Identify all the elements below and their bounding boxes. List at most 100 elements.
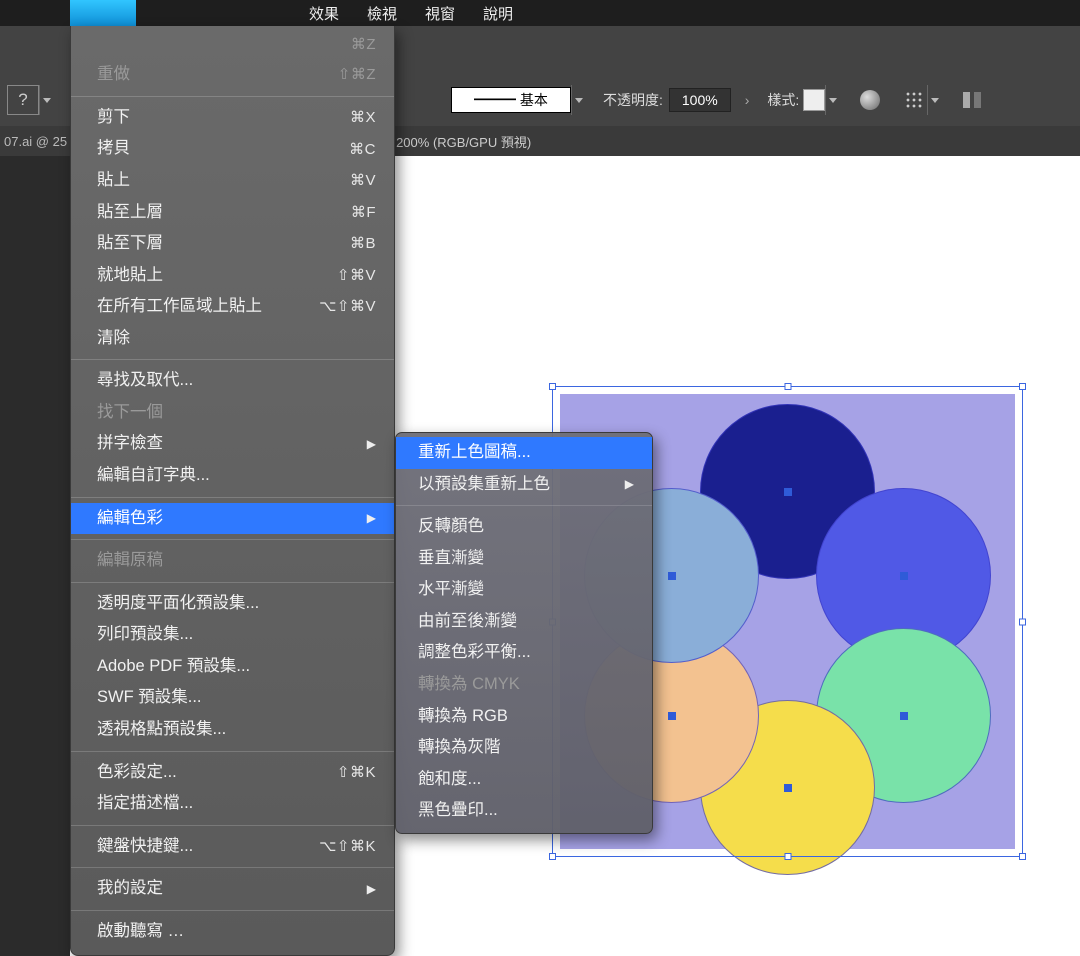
edit-colors-submenu: 重新上色圖稿... 以預設集重新上色▶ 反轉顏色垂直漸變水平漸變由前至後漸變調整色彩… bbox=[395, 432, 653, 834]
menu-item[interactable]: 列印預設集... bbox=[71, 619, 394, 651]
submenu-item-label: 重新上色圖稿... bbox=[418, 440, 531, 466]
align-grid-icon[interactable] bbox=[901, 87, 927, 113]
menu-item[interactable]: 我的設定 ▶ bbox=[71, 873, 394, 905]
stroke-profile-chevron[interactable] bbox=[571, 85, 585, 115]
menu-item-label: 色彩設定... bbox=[97, 760, 177, 786]
menu-item[interactable]: 鍵盤快捷鍵... ⌥⇧⌘K bbox=[71, 831, 394, 863]
submenu-item-label: 以預設集重新上色 bbox=[418, 472, 550, 498]
menu-help[interactable]: 說明 bbox=[469, 0, 527, 28]
opacity-chevron-icon[interactable]: › bbox=[745, 92, 750, 108]
menu-item[interactable]: 拷貝 ⌘C bbox=[71, 133, 394, 165]
menu-effects[interactable]: 效果 bbox=[295, 0, 353, 28]
graphic-style-chevron[interactable] bbox=[825, 85, 839, 115]
submenu-item-label: 轉換為 RGB bbox=[418, 704, 508, 730]
menu-item[interactable]: 色彩設定... ⇧⌘K bbox=[71, 757, 394, 789]
submenu-item-label: 水平漸變 bbox=[418, 577, 484, 603]
menu-item-label: 拷貝 bbox=[97, 136, 130, 162]
menu-item: 編輯原稿 bbox=[71, 545, 394, 577]
graphic-style-swatch[interactable] bbox=[803, 89, 825, 111]
menu-item[interactable]: 尋找及取代... bbox=[71, 365, 394, 397]
menu-item-label: 列印預設集... bbox=[97, 622, 193, 648]
help-dropdown[interactable] bbox=[39, 85, 53, 115]
menu-item-label: 重做 bbox=[97, 62, 130, 88]
submenu-item-label: 調整色彩平衡... bbox=[418, 640, 531, 666]
menu-item-label: 貼上 bbox=[97, 168, 130, 194]
menu-item-label: SWF 預設集... bbox=[97, 685, 202, 711]
submenu-item[interactable]: 調整色彩平衡... bbox=[396, 637, 652, 669]
align-panel-icon[interactable] bbox=[959, 87, 985, 113]
menu-item-label: 透明度平面化預設集... bbox=[97, 591, 259, 617]
menu-item[interactable]: 就地貼上⇧⌘V bbox=[71, 260, 394, 292]
menu-item-shortcut: ⌘C bbox=[349, 138, 376, 161]
menu-item-shortcut: ⇧⌘K bbox=[337, 761, 376, 784]
submenu-item[interactable]: 垂直漸變 bbox=[396, 543, 652, 575]
menu-item[interactable]: 啟動聽寫 … bbox=[71, 916, 394, 948]
menu-item-label: Adobe PDF 預設集... bbox=[97, 654, 250, 680]
menu-item-label: 找下一個 bbox=[97, 400, 163, 426]
menu-item-label: 我的設定 bbox=[97, 876, 163, 902]
recolor-globe-icon[interactable] bbox=[857, 87, 883, 113]
menu-item-shortcut: ⌘B bbox=[350, 232, 376, 255]
menu-item-label: 編輯色彩 bbox=[97, 506, 163, 532]
stroke-profile-dropdown[interactable]: ━━━ 基本 bbox=[451, 87, 571, 113]
submenu-item-label: 黑色疊印... bbox=[418, 798, 498, 824]
submenu-item[interactable]: 重新上色圖稿... bbox=[396, 437, 652, 469]
submenu-item[interactable]: 水平漸變 bbox=[396, 574, 652, 606]
submenu-arrow-icon: ▶ bbox=[367, 435, 376, 454]
submenu-item[interactable]: 黑色疊印... bbox=[396, 795, 652, 827]
menu-item-label: 在所有工作區域上貼上 bbox=[97, 294, 262, 320]
menu-item-label: 貼至上層 bbox=[97, 200, 163, 226]
menu-item[interactable]: 貼至下層 ⌘B bbox=[71, 228, 394, 260]
menu-item-label: 尋找及取代... bbox=[97, 368, 193, 394]
menu-item[interactable]: 拼字檢查 ▶ bbox=[71, 428, 394, 460]
menu-item-shortcut: ⌘Z bbox=[351, 33, 376, 56]
submenu-item-label: 由前至後漸變 bbox=[418, 609, 517, 635]
doc-tab-right-fragment[interactable]: 200% (RGB/GPU 預視) bbox=[396, 132, 531, 151]
menu-item[interactable]: 透視格點預設集... bbox=[71, 714, 394, 746]
menu-item-label: 啟動聽寫 … bbox=[97, 919, 184, 945]
menu-item[interactable]: 清除 bbox=[71, 323, 394, 355]
menu-item-shortcut: ⌥⇧⌘K bbox=[319, 835, 376, 858]
menu-item[interactable]: 貼至上層 ⌘F bbox=[71, 197, 394, 229]
menu-item[interactable]: 編輯色彩 ▶ bbox=[71, 503, 394, 535]
menu-item-shortcut: ⌘F bbox=[351, 201, 376, 224]
menu-item-label: 就地貼上 bbox=[97, 263, 163, 289]
opacity-label: 不透明度: bbox=[603, 90, 663, 110]
menu-item-shortcut: ⌘X bbox=[350, 106, 376, 129]
menu-window[interactable]: 視窗 bbox=[411, 0, 469, 28]
submenu-item[interactable]: 由前至後漸變 bbox=[396, 606, 652, 638]
submenu-item[interactable]: 轉換為 RGB bbox=[396, 701, 652, 733]
menu-item-label: 鍵盤快捷鍵... bbox=[97, 834, 193, 860]
active-menu-tab[interactable] bbox=[70, 0, 136, 26]
submenu-item[interactable]: 反轉顏色 bbox=[396, 511, 652, 543]
menu-item[interactable]: 貼上 ⌘V bbox=[71, 165, 394, 197]
menu-item[interactable]: SWF 預設集... bbox=[71, 682, 394, 714]
menu-item-label: 剪下 bbox=[97, 105, 130, 131]
submenu-arrow-icon: ▶ bbox=[367, 880, 376, 899]
menu-item-label: 拼字檢查 bbox=[97, 431, 163, 457]
menu-item[interactable]: 指定描述檔... bbox=[71, 788, 394, 820]
align-grid-chevron[interactable] bbox=[927, 85, 941, 115]
menu-item[interactable]: 在所有工作區域上貼上⌥⇧⌘V bbox=[71, 291, 394, 323]
menu-item-label: 編輯自訂字典... bbox=[97, 463, 210, 489]
menu-item-label: 編輯原稿 bbox=[97, 548, 163, 574]
submenu-item-label: 轉換為 CMYK bbox=[418, 672, 520, 698]
submenu-item[interactable]: 以預設集重新上色▶ bbox=[396, 469, 652, 501]
menu-item-label: 貼至下層 bbox=[97, 231, 163, 257]
menu-item-shortcut: ⌘V bbox=[350, 169, 376, 192]
menu-item[interactable]: 剪下 ⌘X bbox=[71, 102, 394, 134]
menu-view[interactable]: 檢視 bbox=[353, 0, 411, 28]
submenu-item-label: 反轉顏色 bbox=[418, 514, 484, 540]
help-unknown-icon[interactable]: ? bbox=[7, 85, 39, 115]
submenu-arrow-icon: ▶ bbox=[367, 509, 376, 528]
menu-item: 找下一個 bbox=[71, 397, 394, 429]
menu-item[interactable]: 透明度平面化預設集... bbox=[71, 588, 394, 620]
menu-item[interactable]: 編輯自訂字典... bbox=[71, 460, 394, 492]
submenu-item-label: 垂直漸變 bbox=[418, 546, 484, 572]
submenu-item[interactable]: 飽和度... bbox=[396, 764, 652, 796]
opacity-value-field[interactable]: 100% bbox=[669, 88, 731, 112]
menu-item[interactable]: Adobe PDF 預設集... bbox=[71, 651, 394, 683]
menu-item: 重做⇧⌘Z bbox=[71, 59, 394, 91]
submenu-item[interactable]: 轉換為灰階 bbox=[396, 732, 652, 764]
submenu-item-label: 飽和度... bbox=[418, 767, 481, 793]
